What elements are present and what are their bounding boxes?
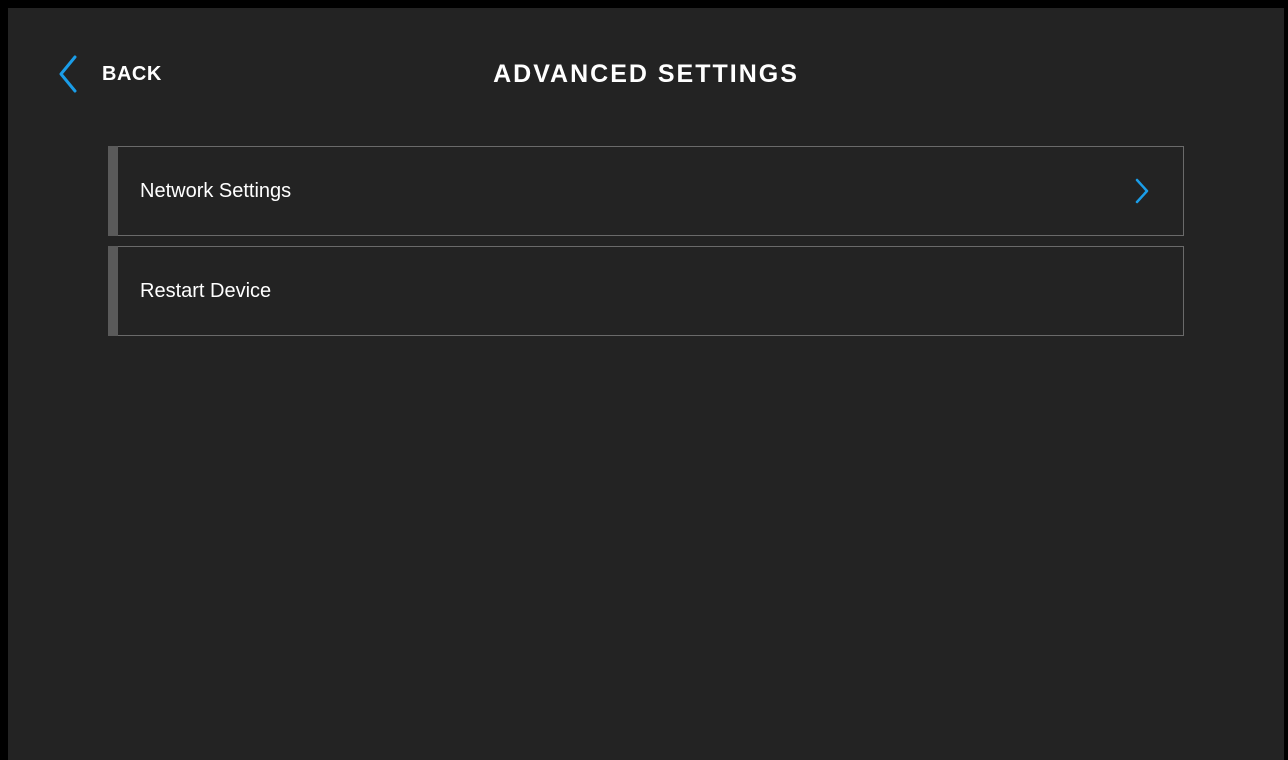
menu-item-accent-bar (108, 246, 118, 336)
settings-screen: BACK ADVANCED SETTINGS Network Settings … (8, 8, 1284, 760)
back-label: BACK (102, 62, 162, 85)
menu-item-restart-device[interactable]: Restart Device (108, 246, 1184, 336)
menu-item-label: Network Settings (140, 179, 292, 202)
chevron-right-icon (1135, 178, 1149, 204)
menu-item-label: Restart Device (140, 279, 272, 302)
menu-item-accent-bar (108, 146, 118, 236)
settings-menu-list: Network Settings Restart Device (108, 146, 1184, 346)
chevron-left-icon (56, 54, 80, 94)
page-title: ADVANCED SETTINGS (493, 60, 799, 88)
menu-item-network-settings[interactable]: Network Settings (108, 146, 1184, 236)
back-button[interactable]: BACK (56, 54, 162, 94)
